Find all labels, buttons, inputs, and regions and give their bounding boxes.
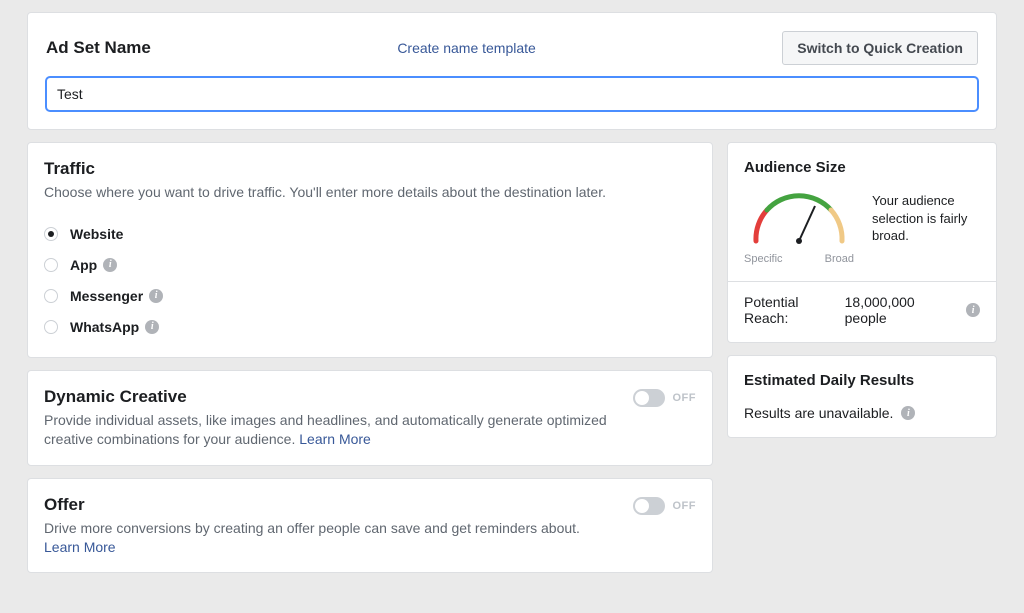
radio-icon	[44, 227, 58, 241]
radio-label: Website	[70, 226, 123, 242]
info-icon[interactable]: i	[103, 258, 117, 272]
info-icon[interactable]: i	[901, 406, 915, 420]
offer-title: Offer	[44, 495, 609, 515]
offer-learn-more-link[interactable]: Learn More	[44, 539, 116, 555]
edr-title: Estimated Daily Results	[744, 372, 980, 389]
audience-size-card: Audience Size Specific Broad Your	[727, 142, 997, 343]
offer-desc: Drive more conversions by creating an of…	[44, 519, 609, 557]
dynamic-creative-toggle[interactable]	[633, 389, 665, 407]
gauge-label-specific: Specific	[744, 253, 783, 265]
info-icon[interactable]: i	[966, 303, 980, 317]
traffic-title: Traffic	[44, 159, 696, 179]
estimated-daily-results-card: Estimated Daily Results Results are unav…	[727, 355, 997, 438]
radio-label: Messenger	[70, 288, 143, 304]
dynamic-creative-card: Dynamic Creative Provide individual asse…	[27, 370, 713, 466]
traffic-option-website[interactable]: Website	[44, 226, 696, 242]
dynamic-toggle-wrap: OFF	[633, 389, 697, 407]
offer-toggle[interactable]	[633, 497, 665, 515]
potential-reach: Potential Reach: 18,000,000 people i	[744, 294, 980, 326]
switch-to-quick-creation-button[interactable]: Switch to Quick Creation	[782, 31, 978, 65]
offer-card: Offer Drive more conversions by creating…	[27, 478, 713, 574]
audience-gauge: Specific Broad	[744, 186, 854, 265]
offer-toggle-wrap: OFF	[633, 497, 697, 515]
toggle-state: OFF	[673, 500, 697, 512]
traffic-card: Traffic Choose where you want to drive t…	[27, 142, 713, 358]
info-icon[interactable]: i	[145, 320, 159, 334]
radio-icon	[44, 289, 58, 303]
audience-desc: Your audience selection is fairly broad.	[872, 186, 980, 245]
ad-set-title: Ad Set Name	[46, 38, 151, 58]
radio-icon	[44, 258, 58, 272]
traffic-subtitle: Choose where you want to drive traffic. …	[44, 183, 696, 202]
radio-label: WhatsApp	[70, 319, 139, 335]
dynamic-learn-more-link[interactable]: Learn More	[299, 431, 371, 447]
radio-label: App	[70, 257, 97, 273]
traffic-option-app[interactable]: App i	[44, 257, 696, 273]
radio-icon	[44, 320, 58, 334]
traffic-options: Website App i Messenger i WhatsApp i	[44, 226, 696, 335]
gauge-label-broad: Broad	[825, 253, 854, 265]
create-name-template-link[interactable]: Create name template	[397, 40, 536, 56]
info-icon[interactable]: i	[149, 289, 163, 303]
dynamic-title: Dynamic Creative	[44, 387, 609, 407]
traffic-option-messenger[interactable]: Messenger i	[44, 288, 696, 304]
ad-set-name-card: Ad Set Name Create name template Switch …	[27, 12, 997, 130]
ad-set-name-input[interactable]	[46, 77, 978, 111]
dynamic-desc: Provide individual assets, like images a…	[44, 411, 609, 449]
audience-title: Audience Size	[744, 159, 980, 176]
ad-set-header-row: Ad Set Name Create name template Switch …	[46, 31, 978, 65]
traffic-option-whatsapp[interactable]: WhatsApp i	[44, 319, 696, 335]
toggle-state: OFF	[673, 392, 697, 404]
edr-message: Results are unavailable. i	[744, 405, 980, 421]
